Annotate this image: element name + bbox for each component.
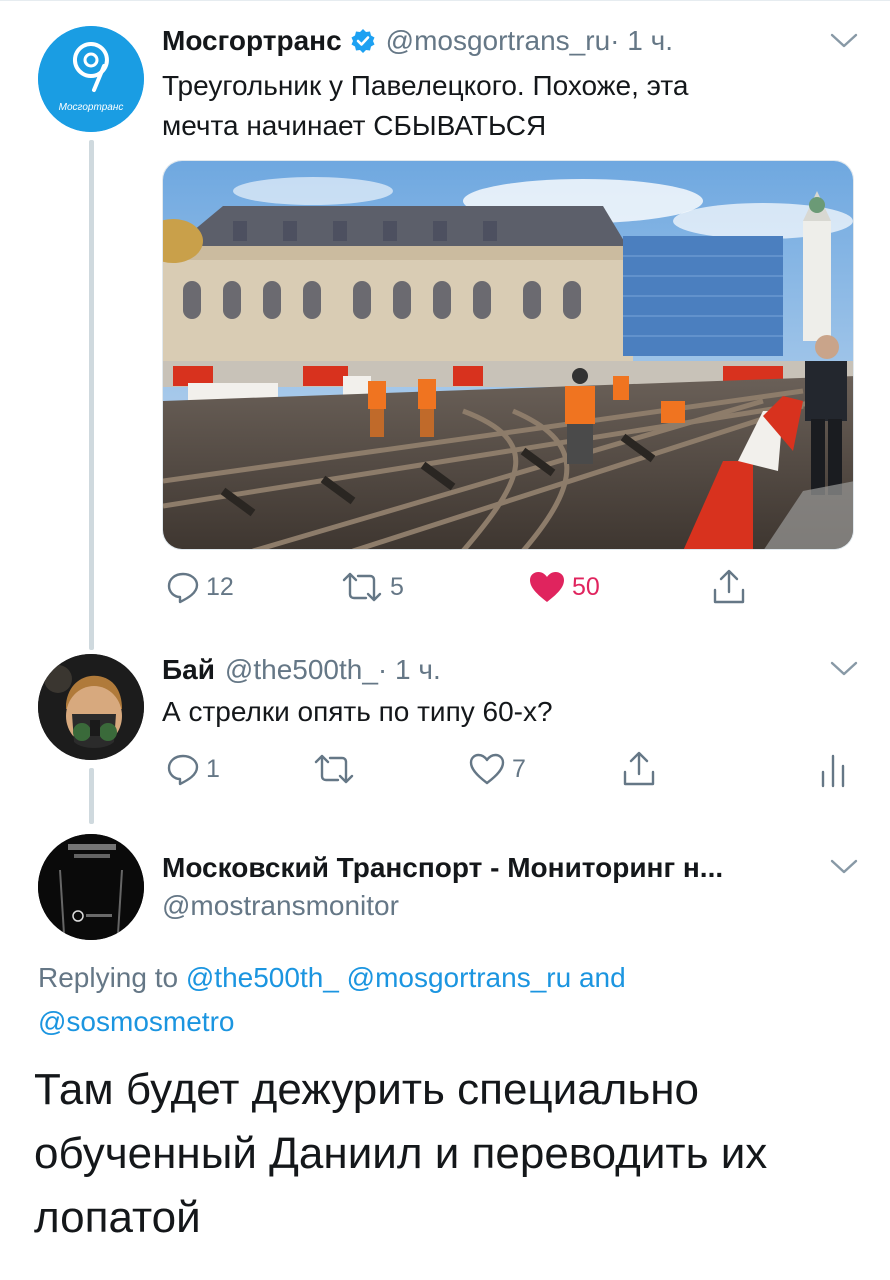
author-name[interactable]: Бай — [162, 654, 215, 686]
mostransmonitor-logo — [38, 834, 144, 940]
top-divider — [0, 0, 890, 1]
tweet-text: Там будет дежурить специально обученный … — [34, 1065, 768, 1242]
analytics-button[interactable] — [818, 752, 848, 788]
share-icon — [713, 569, 745, 604]
reply-button[interactable]: 12 — [166, 570, 234, 604]
author-name[interactable]: Московский Транспорт - Мониторинг н... — [162, 852, 723, 884]
like-count: 7 — [512, 754, 526, 783]
tweet-header-handle-row: @mostransmonitor — [162, 890, 399, 922]
replying-to: Replying to @the500th_ @mosgortrans_ru a… — [38, 956, 858, 1044]
retweet-button[interactable]: 5 — [340, 570, 404, 604]
analytics-icon — [821, 754, 845, 788]
author-handle[interactable]: @mostransmonitor — [162, 890, 399, 922]
author-handle[interactable]: @the500th_ — [225, 654, 378, 686]
author-handle[interactable]: @mosgortrans_ru — [386, 25, 611, 57]
author-name[interactable]: Мосгортранс — [162, 25, 342, 57]
tweet-header: Бай @the500th_ · 1 ч. — [162, 654, 441, 686]
retweet-button[interactable] — [312, 752, 362, 786]
share-icon — [623, 751, 655, 786]
like-button[interactable]: 50 — [528, 570, 600, 604]
mention-link[interactable]: @the500th_ — [186, 962, 339, 993]
tweet-text-line: Треугольник у Павелецкого. Похоже, эта — [162, 70, 689, 101]
avatar-mostransmonitor[interactable] — [38, 834, 144, 940]
retweet-count: 5 — [390, 572, 404, 601]
replying-and[interactable]: and — [571, 962, 626, 993]
tweet-text: Треугольник у Павелецкого. Похоже, эта м… — [162, 66, 842, 146]
tram-track-construction-photo — [163, 161, 853, 549]
heart-icon — [469, 753, 505, 785]
chevron-down-icon[interactable] — [830, 660, 858, 678]
svg-text:Мосгортранс: Мосгортранс — [59, 102, 124, 113]
verified-badge-icon — [350, 28, 376, 54]
tweet-timestamp[interactable]: · 1 ч. — [610, 25, 673, 57]
mosgortrans-logo: Мосгортранс — [38, 26, 144, 132]
share-button[interactable] — [710, 568, 748, 606]
mention-link[interactable]: @sosmosmetro — [38, 1006, 234, 1037]
avatar-bai[interactable] — [38, 654, 144, 760]
tweet-timestamp[interactable]: · 1 ч. — [378, 654, 441, 686]
tweet-text: А стрелки опять по типу 60-х? — [162, 696, 553, 727]
thread-connector — [89, 768, 94, 824]
replying-prefix: Replying to — [38, 962, 186, 993]
tweet-text-line: мечта начинает СБЫВАТЬСЯ — [162, 110, 547, 141]
like-button[interactable]: 7 — [468, 752, 526, 786]
thread-connector — [89, 140, 94, 650]
avatar-mosgortrans[interactable]: Мосгортранс — [38, 26, 144, 132]
reply-count: 12 — [206, 572, 234, 601]
reply-icon — [167, 754, 199, 786]
tweet-header: Мосгортранс @mosgortrans_ru · 1 ч. — [162, 24, 673, 57]
reply-icon — [167, 572, 199, 604]
reply-button[interactable]: 1 — [166, 752, 220, 786]
user-photo-gas-mask — [38, 654, 144, 760]
mention-link[interactable]: @mosgortrans_ru — [347, 962, 572, 993]
tweet-photo[interactable] — [162, 160, 854, 550]
chevron-down-icon[interactable] — [830, 32, 858, 50]
share-button[interactable] — [620, 750, 658, 788]
retweet-icon — [314, 754, 354, 784]
heart-icon — [530, 572, 564, 602]
reply-count: 1 — [206, 754, 220, 783]
like-count: 50 — [572, 572, 600, 601]
retweet-icon — [342, 572, 382, 602]
tweet-header: Московский Транспорт - Мониторинг н... — [162, 852, 723, 884]
chevron-down-icon[interactable] — [830, 858, 858, 876]
